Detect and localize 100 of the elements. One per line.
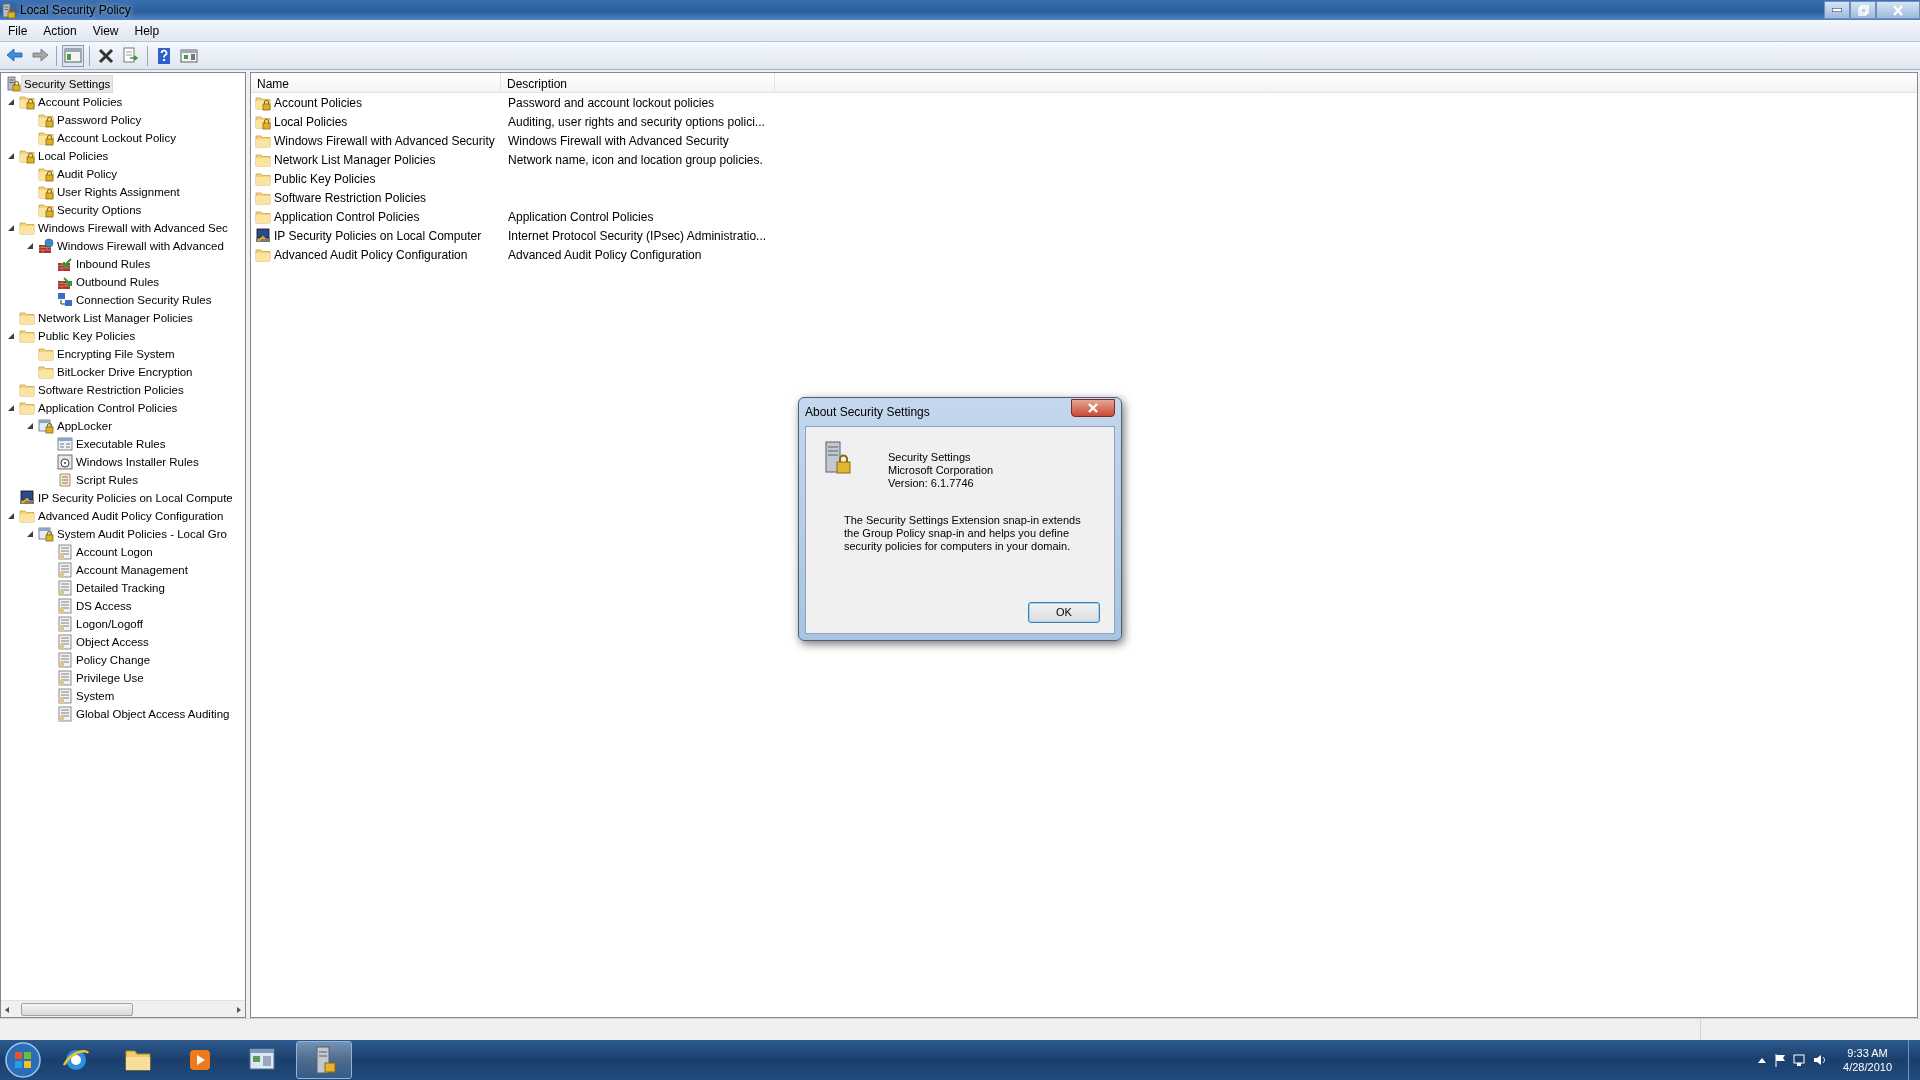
tree-item[interactable]: Outbound Rules [73, 273, 163, 291]
folder-icon [255, 170, 271, 187]
tree-item[interactable]: Advanced Audit Policy Configuration [35, 507, 227, 525]
folder-icon [255, 189, 271, 206]
description-text: Application Control Policies [508, 209, 654, 224]
tree-item[interactable]: Connection Security Rules [73, 291, 215, 309]
tree-item[interactable]: Security Options [54, 201, 145, 219]
clock-time[interactable]: 9:33 AM [1843, 1046, 1892, 1060]
tree-item[interactable]: Executable Rules [73, 435, 169, 453]
locked-folder-icon [255, 94, 271, 111]
horizontal-scrollbar[interactable] [1, 1000, 245, 1017]
flag-icon[interactable] [1773, 1053, 1788, 1067]
network-icon[interactable] [1793, 1053, 1808, 1067]
column-header[interactable]: Description [501, 73, 775, 92]
tree-item[interactable]: System Audit Policies - Local Gro [54, 525, 230, 543]
locked-folder-icon [19, 94, 35, 110]
tree-item[interactable]: AppLocker [54, 417, 115, 435]
folder-icon [19, 220, 35, 236]
audit-list-icon [57, 616, 73, 632]
security-server-icon [5, 76, 21, 92]
computer-key-icon [19, 490, 35, 506]
list-item[interactable]: Local Policies [274, 112, 348, 131]
window-icon [57, 436, 73, 452]
folder-icon [255, 151, 271, 168]
tree-item[interactable]: Account Logon [73, 543, 156, 561]
tree-item[interactable]: Privilege Use [73, 669, 147, 687]
list-item[interactable]: Windows Firewall with Advanced Security [274, 131, 495, 150]
tree-item[interactable]: System [73, 687, 118, 705]
folder-icon [19, 328, 35, 344]
folder-icon [255, 132, 271, 149]
audit-list-icon [57, 580, 73, 596]
list-item[interactable]: IP Security Policies on Local Computer [274, 226, 482, 245]
tree-item[interactable]: IP Security Policies on Local Compute [35, 489, 236, 507]
tree-item[interactable]: Account Lockout Policy [54, 129, 179, 147]
locked-folder-icon [19, 148, 35, 164]
tree-item[interactable]: Account Policies [35, 93, 126, 111]
folder-icon [19, 382, 35, 398]
close-button[interactable] [1071, 399, 1115, 417]
restore-button[interactable] [1850, 1, 1876, 19]
tree-item[interactable]: Object Access [73, 633, 152, 651]
list-item[interactable]: Application Control Policies [274, 207, 420, 226]
tree-item[interactable]: Logon/Logoff [73, 615, 146, 633]
scroll-icon [57, 472, 73, 488]
column-header[interactable]: Name [251, 73, 501, 92]
clock-date[interactable]: 4/28/2010 [1843, 1060, 1892, 1074]
tree-item[interactable]: Windows Installer Rules [73, 453, 202, 471]
description-text: Internet Protocol Security (IPsec) Administratio... [508, 228, 767, 243]
list-item[interactable]: Software Restriction Policies [274, 188, 427, 207]
scroll-right-icon[interactable] [235, 1004, 243, 1015]
tree-item[interactable]: Local Policies [35, 147, 112, 165]
tree-item[interactable]: Audit Policy [54, 165, 121, 183]
tree-item[interactable]: Software Restriction Policies [35, 381, 187, 399]
show-hidden-icons[interactable] [1757, 1056, 1768, 1064]
minimize-button[interactable] [1824, 1, 1850, 19]
description-text: Auditing, user rights and security options polici... [508, 114, 765, 129]
tree-item[interactable]: User Rights Assignment [54, 183, 183, 201]
tree-item[interactable]: Inbound Rules [73, 255, 154, 273]
ok-button[interactable]: OK [1028, 602, 1100, 623]
audit-list-icon [57, 706, 73, 722]
tree-item[interactable]: BitLocker Drive Encryption [54, 363, 196, 381]
audit-list-icon [57, 670, 73, 686]
tree-item[interactable]: Encrypting File System [54, 345, 178, 363]
inbound-wall-icon [57, 256, 73, 272]
folder-icon [38, 346, 54, 362]
tree-item[interactable]: Account Management [73, 561, 191, 579]
list-item[interactable]: Public Key Policies [274, 169, 376, 188]
scroll-left-icon[interactable] [3, 1004, 11, 1015]
tree-item[interactable]: Security Settings [21, 75, 114, 93]
outbound-wall-icon [57, 274, 73, 290]
dialog-title: About Security Settings [805, 404, 930, 421]
volume-icon[interactable] [1813, 1053, 1828, 1067]
tree-item[interactable]: Password Policy [54, 111, 145, 129]
app-icon [0, 2, 16, 19]
list-item[interactable]: Advanced Audit Policy Configuration [274, 245, 468, 264]
tree-item[interactable]: Detailed Tracking [73, 579, 168, 597]
menu-item[interactable]: Action [35, 21, 85, 40]
tree-item[interactable]: Application Control Policies [35, 399, 181, 417]
start-button[interactable] [4, 1041, 42, 1079]
audit-list-icon [57, 652, 73, 668]
tree-item[interactable]: DS Access [73, 597, 135, 615]
list-item[interactable]: Account Policies [274, 93, 363, 112]
tree-item[interactable]: Network List Manager Policies [35, 309, 196, 327]
menu-item[interactable]: View [84, 21, 127, 40]
audit-list-icon [57, 598, 73, 614]
description-text: Password and account lockout policies [508, 95, 715, 110]
tree-item[interactable]: Policy Change [73, 651, 154, 669]
folder-icon [19, 400, 35, 416]
tree-item[interactable]: Public Key Policies [35, 327, 139, 345]
show-hide-tree-button[interactable] [62, 44, 84, 67]
tree-item[interactable]: Script Rules [73, 471, 141, 489]
menu-item[interactable]: File [0, 21, 36, 40]
firewall-globe-icon [38, 238, 54, 254]
disc-window-icon [57, 454, 73, 470]
window-lock-icon [38, 526, 54, 542]
list-item[interactable]: Network List Manager Policies [274, 150, 436, 169]
tree-item[interactable]: Windows Firewall with Advanced Sec [35, 219, 231, 237]
product-name: Security Settings [888, 451, 972, 464]
menu-item[interactable]: Help [126, 21, 168, 40]
tree-item[interactable]: Windows Firewall with Advanced [54, 237, 227, 255]
tree-item[interactable]: Global Object Access Auditing [73, 705, 233, 723]
